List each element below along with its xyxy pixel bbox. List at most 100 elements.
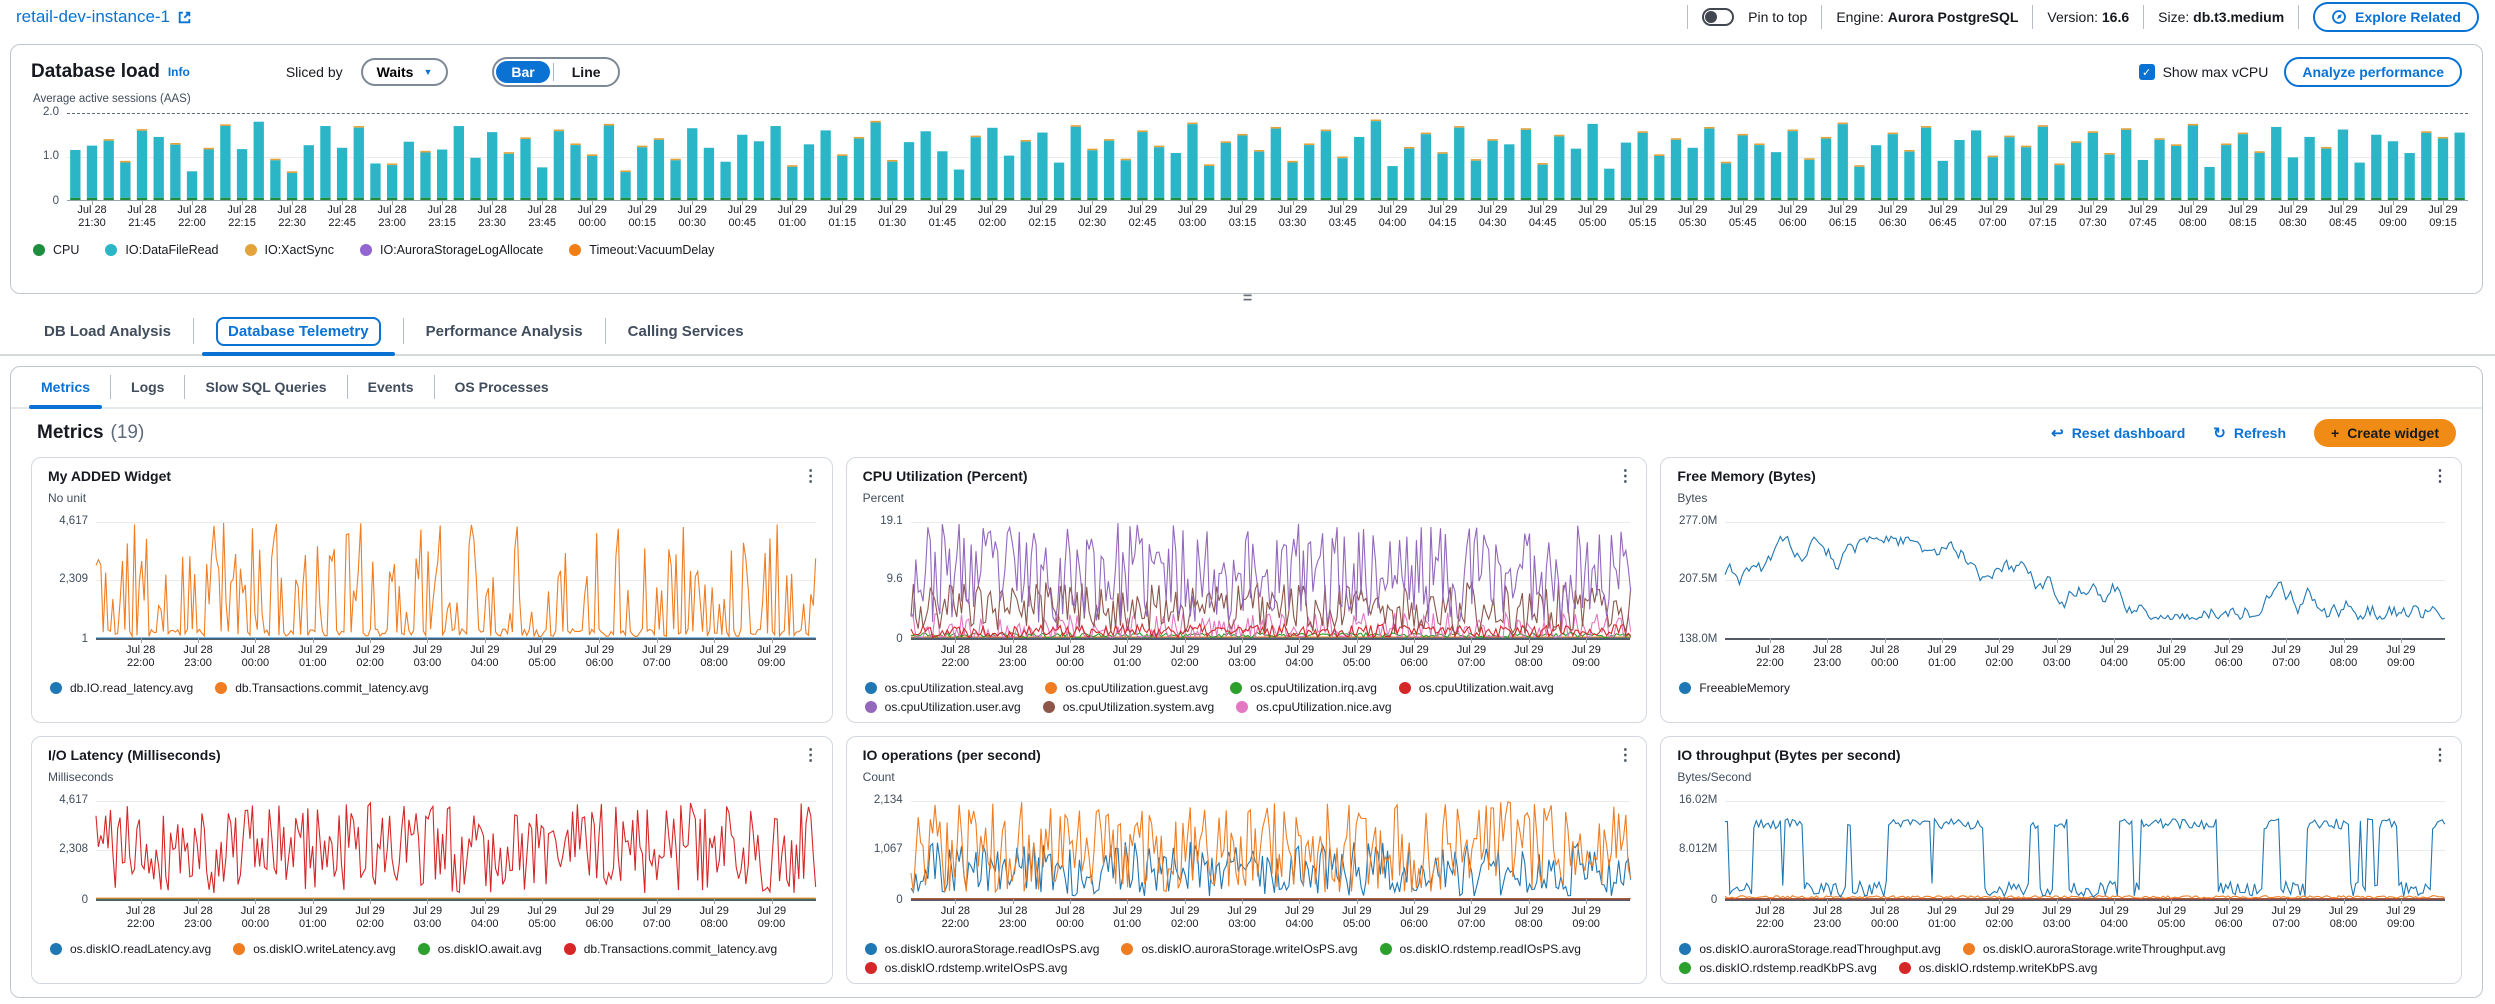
- refresh-button[interactable]: ↻ Refresh: [2213, 424, 2286, 442]
- x-axis-tick-label: Jul 2823:00: [998, 905, 1027, 931]
- legend-item[interactable]: CPU: [33, 243, 79, 257]
- x-axis-tick-label: Jul 2909:15: [2428, 204, 2457, 230]
- aas-plot-area[interactable]: 2.01.00: [67, 113, 2468, 201]
- info-link[interactable]: Info: [168, 65, 190, 79]
- legend-item[interactable]: os.cpuUtilization.guest.avg: [1045, 681, 1208, 695]
- legend-item[interactable]: os.diskIO.rdstemp.writeIOsPS.avg: [865, 961, 1068, 975]
- legend-item[interactable]: os.diskIO.rdstemp.readIOsPS.avg: [1380, 942, 1581, 956]
- widget-unit-label: Bytes/Second: [1677, 770, 2445, 784]
- x-axis-tick-mark: [1070, 638, 1071, 643]
- legend-color-dot: [50, 682, 62, 694]
- x-axis-tick-mark: [714, 899, 715, 904]
- widget-plot-area[interactable]: 277.0M207.5M138.0M: [1725, 522, 2445, 640]
- legend-item[interactable]: db.Transactions.commit_latency.avg: [215, 681, 428, 695]
- x-axis-tick-label: Jul 2907:30: [2078, 204, 2107, 230]
- legend-item[interactable]: os.diskIO.auroraStorage.readThroughput.a…: [1679, 942, 1940, 956]
- subtab-os-processes[interactable]: OS Processes: [435, 367, 569, 407]
- legend-color-dot: [360, 244, 372, 256]
- x-axis-tick-label: Jul 2902:00: [1170, 905, 1199, 931]
- legend-item[interactable]: Timeout:VacuumDelay: [569, 243, 714, 257]
- legend-item[interactable]: os.diskIO.auroraStorage.readIOsPS.avg: [865, 942, 1100, 956]
- widget-plot-area[interactable]: 4,6172,3080: [96, 801, 816, 901]
- legend-item[interactable]: db.Transactions.commit_latency.avg: [564, 942, 777, 956]
- metrics-actions: ↩ Reset dashboard ↻ Refresh + Create wid…: [2051, 419, 2456, 447]
- legend-item[interactable]: os.cpuUtilization.nice.avg: [1236, 700, 1391, 714]
- x-axis-tick-label: Jul 2904:00: [1285, 644, 1314, 670]
- legend-item[interactable]: os.diskIO.rdstemp.writeKbPS.avg: [1899, 961, 2098, 975]
- widget-menu-icon[interactable]: ⋮: [2432, 745, 2448, 765]
- legend-item[interactable]: IO:AuroraStorageLogAllocate: [360, 243, 543, 257]
- x-axis-tick-mark: [427, 638, 428, 643]
- reset-dashboard-button[interactable]: ↩ Reset dashboard: [2051, 424, 2185, 442]
- subtab-logs[interactable]: Logs: [111, 367, 184, 407]
- legend-item[interactable]: os.diskIO.readLatency.avg: [50, 942, 211, 956]
- legend-item[interactable]: os.diskIO.auroraStorage.writeThroughput.…: [1963, 942, 2226, 956]
- x-axis-tick-mark: [1942, 899, 1943, 904]
- y-axis-tick-label: 1.0: [43, 150, 59, 162]
- legend-item[interactable]: os.cpuUtilization.steal.avg: [865, 681, 1024, 695]
- tab-performance-analysis[interactable]: Performance Analysis: [404, 308, 605, 354]
- widget-plot-area[interactable]: 16.02M8.012M0: [1725, 801, 2445, 901]
- x-axis-tick-label: Jul 2822:00: [126, 905, 155, 931]
- widget-plot-area[interactable]: 2,1341,0670: [911, 801, 1631, 901]
- legend-item[interactable]: db.IO.read_latency.avg: [50, 681, 193, 695]
- legend-item[interactable]: os.diskIO.writeLatency.avg: [233, 942, 396, 956]
- divider: [2298, 5, 2299, 29]
- widget-menu-icon[interactable]: ⋮: [803, 745, 819, 765]
- sliced-by-select[interactable]: Waits ▼: [361, 58, 449, 86]
- widget-menu-icon[interactable]: ⋮: [803, 466, 819, 486]
- widget-menu-icon[interactable]: ⋮: [1617, 466, 1633, 486]
- x-axis-tick-label: Jul 2902:15: [1028, 204, 1057, 230]
- explore-related-button[interactable]: Explore Related: [2313, 2, 2479, 32]
- legend-item[interactable]: os.cpuUtilization.user.avg: [865, 700, 1021, 714]
- pin-to-top-toggle[interactable]: [1702, 8, 1734, 26]
- x-axis-tick-mark: [657, 899, 658, 904]
- legend-item[interactable]: os.diskIO.await.avg: [418, 942, 542, 956]
- resize-handle[interactable]: =: [0, 291, 2495, 307]
- analyze-performance-button[interactable]: Analyze performance: [2284, 57, 2462, 87]
- widget-title: My ADDED Widget: [48, 468, 816, 484]
- legend-label: os.diskIO.rdstemp.writeIOsPS.avg: [885, 961, 1068, 975]
- widget-title: CPU Utilization (Percent): [863, 468, 1631, 484]
- tab-db-load-analysis[interactable]: DB Load Analysis: [22, 308, 193, 354]
- tab-calling-services[interactable]: Calling Services: [606, 308, 766, 354]
- line-toggle-option[interactable]: Line: [557, 61, 616, 83]
- bar-toggle-option[interactable]: Bar: [496, 61, 549, 83]
- legend-item[interactable]: IO:DataFileRead: [105, 243, 218, 257]
- widget-x-axis: Jul 2822:00Jul 2823:00Jul 2800:00Jul 290…: [1725, 905, 2445, 935]
- x-axis-tick-mark: [141, 899, 142, 904]
- legend-item[interactable]: os.cpuUtilization.system.avg: [1043, 700, 1214, 714]
- legend-item[interactable]: os.diskIO.rdstemp.readKbPS.avg: [1679, 961, 1876, 975]
- create-widget-button[interactable]: + Create widget: [2314, 419, 2456, 447]
- legend-item[interactable]: IO:XactSync: [245, 243, 334, 257]
- show-max-vcpu-checkbox[interactable]: ✓: [2139, 64, 2155, 80]
- legend-item[interactable]: os.diskIO.auroraStorage.writeIOsPS.avg: [1121, 942, 1357, 956]
- x-axis-tick-label: Jul 2903:45: [1328, 204, 1357, 230]
- widget-series-svg: [96, 801, 816, 899]
- instance-title-link[interactable]: retail-dev-instance-1: [16, 7, 192, 27]
- x-axis-tick-mark: [1185, 899, 1186, 904]
- subtab-events[interactable]: Events: [348, 367, 434, 407]
- widget-menu-icon[interactable]: ⋮: [2432, 466, 2448, 486]
- x-axis-tick-label: Jul 2908:00: [699, 905, 728, 931]
- legend-label: db.Transactions.commit_latency.avg: [584, 942, 777, 956]
- legend-label: os.cpuUtilization.irq.avg: [1250, 681, 1377, 695]
- tab-database-telemetry[interactable]: Database Telemetry: [194, 308, 403, 354]
- x-axis-tick-mark: [427, 899, 428, 904]
- widget-plot-area[interactable]: 19.19.60: [911, 522, 1631, 640]
- widget-plot-area[interactable]: 4,6172,3091: [96, 522, 816, 640]
- bar-line-toggle: Bar Line: [492, 57, 619, 87]
- legend-item[interactable]: os.cpuUtilization.irq.avg: [1230, 681, 1377, 695]
- widget-menu-icon[interactable]: ⋮: [1617, 745, 1633, 765]
- x-axis-tick-mark: [1471, 899, 1472, 904]
- x-axis-tick-label: Jul 2823:30: [477, 204, 506, 230]
- legend-item[interactable]: FreeableMemory: [1679, 681, 1790, 695]
- widget-unit-label: No unit: [48, 491, 816, 505]
- subtab-metrics[interactable]: Metrics: [21, 367, 110, 407]
- x-axis-tick-mark: [955, 638, 956, 643]
- x-axis-tick-mark: [599, 638, 600, 643]
- widget-legend: FreeableMemory: [1677, 674, 2445, 697]
- subtab-slow-sql-queries[interactable]: Slow SQL Queries: [185, 367, 346, 407]
- legend-item[interactable]: os.cpuUtilization.wait.avg: [1399, 681, 1554, 695]
- x-axis-tick-mark: [2114, 899, 2115, 904]
